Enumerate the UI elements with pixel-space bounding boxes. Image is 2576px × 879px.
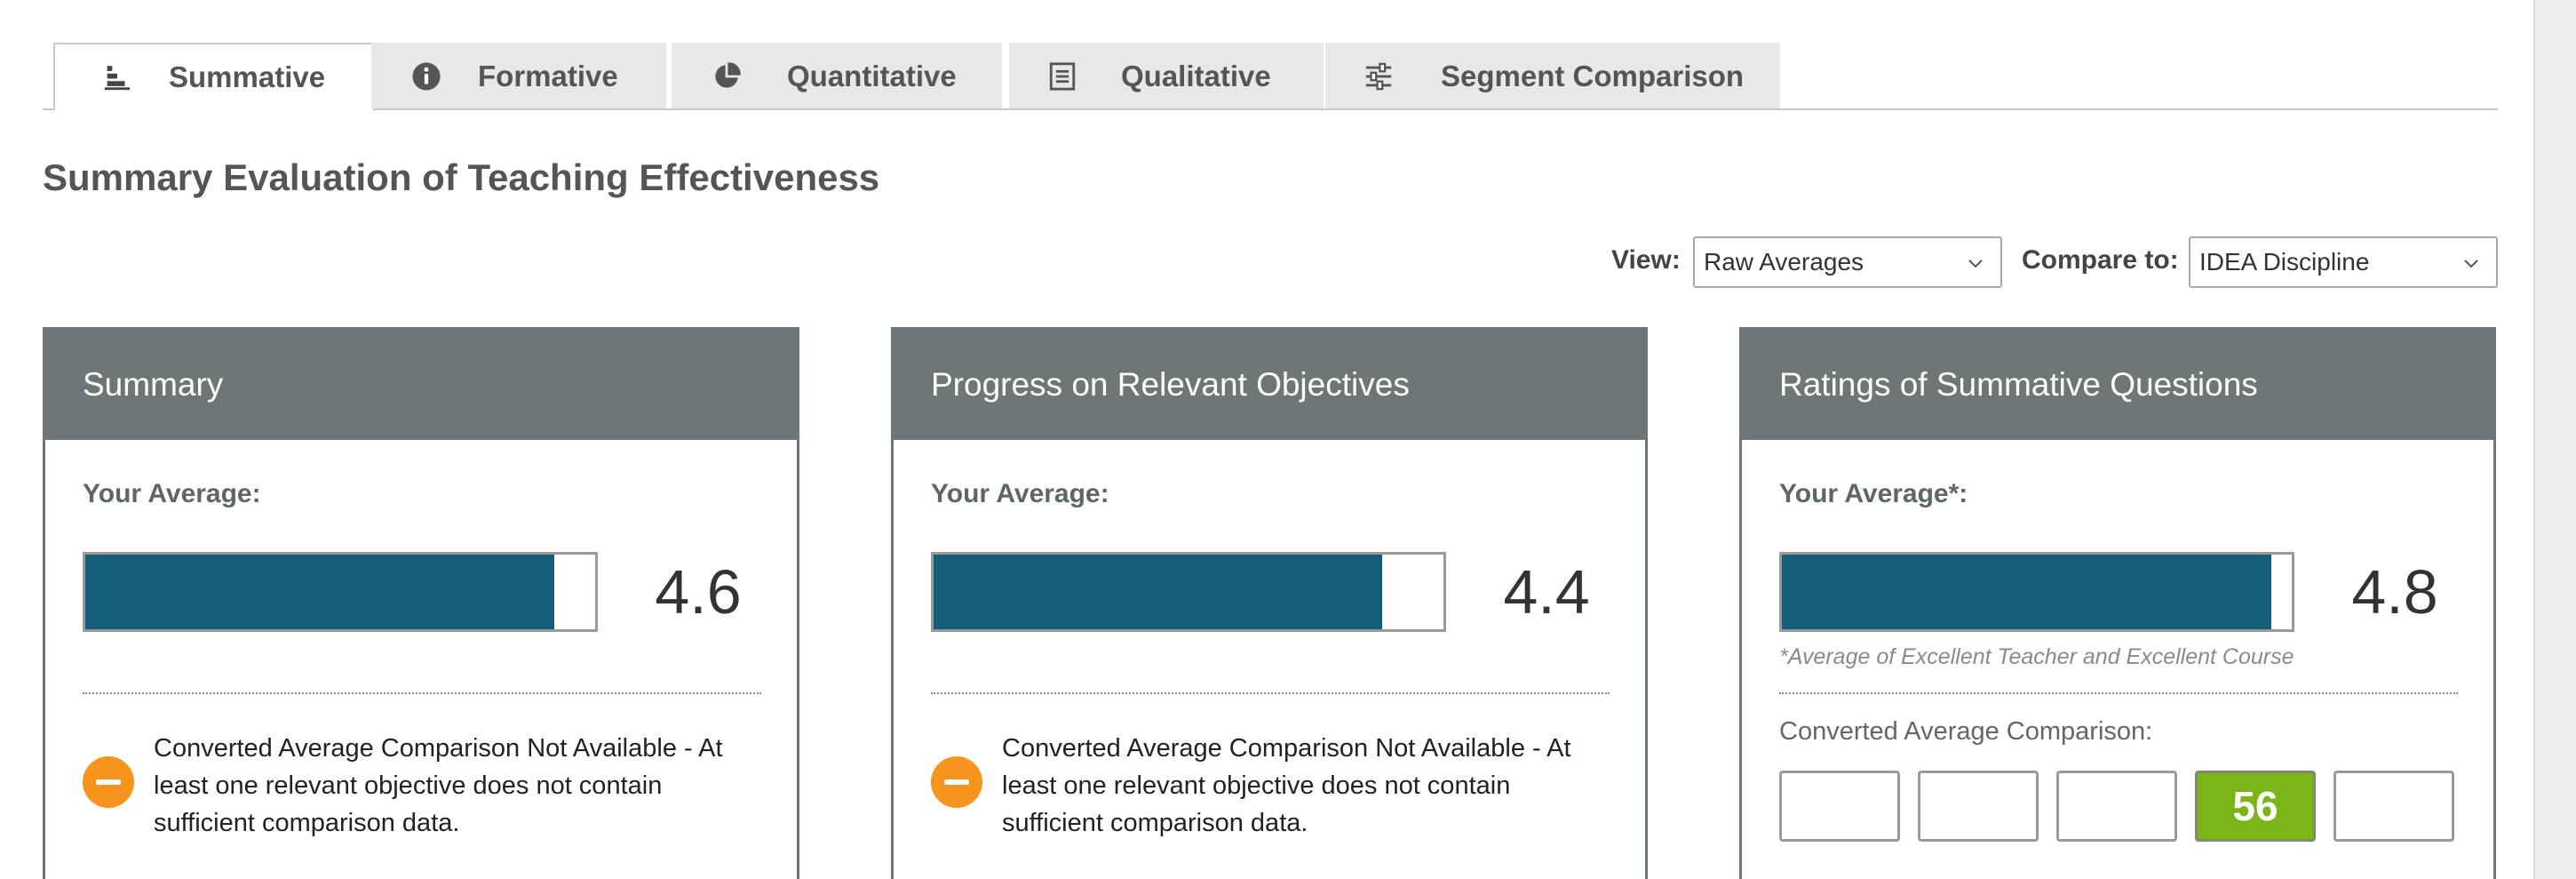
comparison-box xyxy=(2056,771,2177,842)
average-value: 4.8 xyxy=(2351,557,2438,627)
info-icon xyxy=(410,60,442,92)
comparison-box xyxy=(1918,771,2039,842)
compare-select-value: IDEA Discipline xyxy=(2199,248,2370,276)
comparison-box: 56 xyxy=(2195,771,2316,842)
page-title: Summary Evaluation of Teaching Effective… xyxy=(43,156,880,198)
tab-label: Quantitative xyxy=(787,60,957,92)
view-label: View: xyxy=(1611,245,1681,275)
compare-select[interactable]: IDEA Discipline xyxy=(2189,236,2498,288)
bar-chart-icon xyxy=(101,61,133,93)
average-label: Your Average*: xyxy=(1779,479,1968,508)
average-bar-fill xyxy=(934,555,1383,629)
average-value: 4.6 xyxy=(655,557,742,627)
tab-label: Summative xyxy=(169,60,326,93)
comparison-box xyxy=(1779,771,1900,842)
tab-segment-comparison[interactable]: Segment Comparison xyxy=(1325,43,1780,108)
card-title: Ratings of Summative Questions xyxy=(1742,330,2493,440)
average-bar xyxy=(1779,552,2294,632)
summary-card: Summary Your Average: 4.6 Converted Aver… xyxy=(43,327,799,879)
comparison-label: Converted Average Comparison: xyxy=(1779,717,2153,746)
pie-chart-icon xyxy=(711,60,743,92)
view-select-value: Raw Averages xyxy=(1704,248,1864,276)
summative-ratings-card: Ratings of Summative Questions Your Aver… xyxy=(1739,327,2496,879)
progress-objectives-card: Progress on Relevant Objectives Your Ave… xyxy=(891,327,1648,879)
comparison-unavailable-note: Converted Average Comparison Not Availab… xyxy=(1002,734,1571,837)
average-label: Your Average: xyxy=(83,479,261,508)
card-title: Progress on Relevant Objectives xyxy=(894,330,1645,440)
chevron-down-icon xyxy=(1968,260,1983,268)
average-bar-fill xyxy=(1782,555,2272,629)
divider xyxy=(931,692,1610,694)
divider xyxy=(1779,692,2458,694)
chevron-down-icon xyxy=(2464,260,2478,268)
document-icon xyxy=(1046,60,1078,92)
average-value: 4.4 xyxy=(1503,557,1590,627)
card-title: Summary xyxy=(45,330,797,440)
divider xyxy=(83,692,761,694)
average-bar-fill xyxy=(85,555,555,629)
minus-circle-icon xyxy=(83,756,134,808)
average-bar xyxy=(83,552,598,632)
tab-summative[interactable]: Summative xyxy=(53,43,375,110)
tab-label: Qualitative xyxy=(1121,60,1271,92)
sliders-icon xyxy=(1363,60,1395,92)
comparison-unavailable-note: Converted Average Comparison Not Availab… xyxy=(154,734,723,837)
comparison-box xyxy=(2334,771,2454,842)
average-footnote: *Average of Excellent Teacher and Excell… xyxy=(1779,644,2294,669)
minus-circle-icon xyxy=(931,756,982,808)
tab-qualitative[interactable]: Qualitative xyxy=(1009,43,1324,108)
compare-label: Compare to: xyxy=(2022,245,2179,275)
page: Summative Formative Quantitative Qualita… xyxy=(0,0,2535,879)
tab-label: Formative xyxy=(478,60,618,92)
view-select[interactable]: Raw Averages xyxy=(1693,236,2002,288)
tab-label: Segment Comparison xyxy=(1441,60,1745,92)
average-label: Your Average: xyxy=(931,479,1109,508)
tab-formative[interactable]: Formative xyxy=(371,43,666,108)
tab-bar: Summative Formative Quantitative Qualita… xyxy=(43,43,2498,110)
average-bar xyxy=(931,552,1446,632)
tab-quantitative[interactable]: Quantitative xyxy=(672,43,1002,108)
